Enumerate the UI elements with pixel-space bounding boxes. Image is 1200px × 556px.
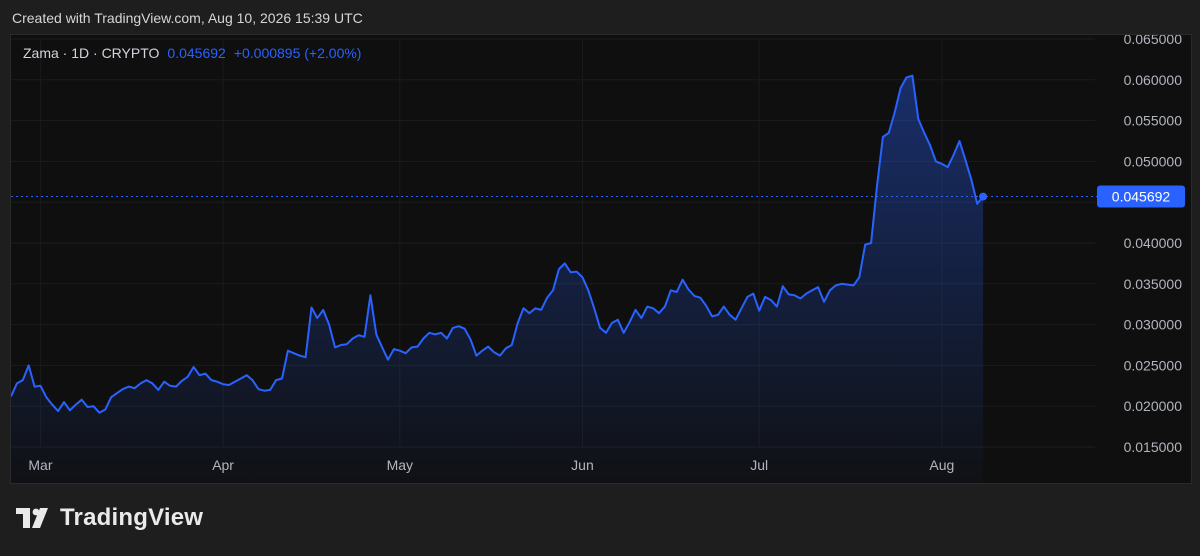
price-area-fill <box>11 75 984 483</box>
y-tick-label: 0.030000 <box>1124 317 1183 333</box>
brand-name: TradingView <box>60 504 204 531</box>
x-tick-label: Jul <box>750 457 768 473</box>
y-axis: 0.0650000.0600000.0550000.0500000.045000… <box>1124 35 1183 455</box>
x-tick-label: Jun <box>571 457 594 473</box>
y-tick-label: 0.055000 <box>1124 113 1183 129</box>
y-tick-label: 0.065000 <box>1124 35 1183 47</box>
tradingview-logo-icon <box>16 508 48 528</box>
x-tick-label: Mar <box>28 457 52 473</box>
y-tick-label: 0.040000 <box>1124 235 1183 251</box>
y-tick-label: 0.015000 <box>1124 439 1183 455</box>
price-change: +0.000895 (+2.00%) <box>233 45 362 61</box>
x-tick-label: Apr <box>212 457 234 473</box>
x-tick-label: Aug <box>929 457 954 473</box>
symbol-label: Zama · 1D · CRYPTO <box>23 45 160 61</box>
price-chart[interactable]: 0.0650000.0600000.0550000.0500000.045000… <box>11 35 1191 483</box>
last-price-dot <box>979 192 988 201</box>
y-tick-label: 0.050000 <box>1124 153 1183 169</box>
tradingview-logo[interactable]: TradingView <box>16 504 203 532</box>
last-price-label-group: 0.045692 <box>1097 185 1185 208</box>
y-tick-label: 0.035000 <box>1124 276 1183 292</box>
chart-panel[interactable]: 0.0650000.0600000.0550000.0500000.045000… <box>10 34 1192 484</box>
y-tick-label: 0.020000 <box>1124 398 1183 414</box>
chart-legend: Zama · 1D · CRYPTO 0.045692 +0.000895 (+… <box>23 45 361 61</box>
y-tick-label: 0.060000 <box>1124 72 1183 88</box>
last-price-label: 0.045692 <box>1112 189 1171 205</box>
price-value: 0.045692 <box>167 45 226 61</box>
y-tick-label: 0.025000 <box>1124 357 1183 373</box>
x-tick-label: May <box>387 457 413 473</box>
chart-caption: Created with TradingView.com, Aug 10, 20… <box>12 10 363 26</box>
